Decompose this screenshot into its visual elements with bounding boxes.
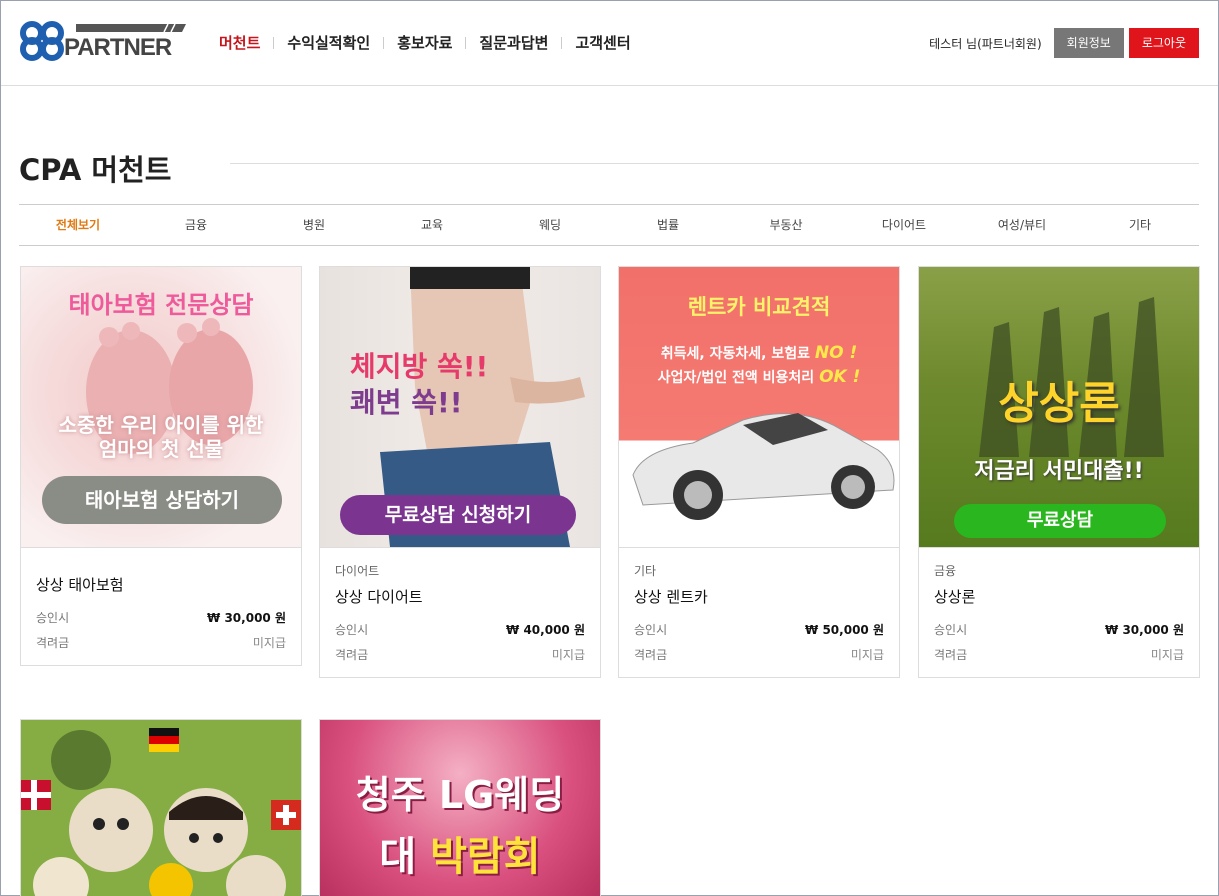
tab-hospital[interactable]: 병원	[255, 205, 373, 245]
banner-cta: 무료상담	[954, 504, 1166, 538]
approve-amount: ₩ 40,000 원	[506, 623, 585, 637]
title-divider	[230, 163, 1199, 164]
tab-diet[interactable]: 다이어트	[845, 205, 963, 245]
banner-subtext: 사업자/법인 전액 비용처리 OK !	[619, 367, 899, 387]
tab-education[interactable]: 교육	[373, 205, 491, 245]
bonus-label: 격려금	[36, 636, 70, 650]
nav-divider	[273, 36, 275, 49]
banner-headline: 렌트카 비교견적	[687, 295, 831, 319]
approve-amount: ₩ 50,000 원	[805, 623, 884, 637]
bonus-label: 격려금	[335, 648, 369, 662]
banner-subtext: 쾌변 쏙!!	[350, 386, 463, 419]
card-name: 상상 렌트카	[634, 588, 708, 606]
site-header: PARTNER 머천트 수익실적확인 홍보자료 질문과답변 고객센터 테스터 님…	[1, 1, 1218, 86]
page-title: CPA 머천트	[19, 153, 172, 187]
approve-label: 승인시	[335, 623, 369, 637]
bonus-label: 격려금	[634, 648, 668, 662]
bonus-value: 미지급	[850, 648, 884, 662]
banner-cta: 태아보험 상담하기	[42, 476, 282, 524]
user-area: 테스터 님(파트너회원) 회원정보 로그아웃	[929, 28, 1199, 58]
merchant-banner: 태아보험 전문상담 소중한 우리 아이를 위한 엄마의 첫 선물 태아보험 상담…	[21, 267, 301, 547]
approve-amount: ₩ 30,000 원	[1105, 623, 1184, 637]
card-info: 상상 태아보험 승인시 ₩ 30,000 원 격려금 미지급	[21, 547, 301, 665]
banner-subtext-text: 대	[379, 834, 417, 880]
site-logo[interactable]: PARTNER	[18, 21, 188, 61]
nav-divider	[561, 36, 563, 49]
tab-realestate[interactable]: 부동산	[727, 205, 845, 245]
card-category: 기타	[634, 564, 657, 578]
bonus-value: 미지급	[1150, 648, 1184, 662]
merchant-card[interactable]: 태아보험 전문상담 소중한 우리 아이를 위한 엄마의 첫 선물 태아보험 상담…	[20, 266, 302, 666]
approve-label: 승인시	[36, 611, 70, 625]
card-info: 금융 상상론 승인시 ₩ 30,000 원 격려금 미지급	[919, 547, 1199, 677]
nav-divider	[465, 36, 467, 49]
approve-label: 승인시	[934, 623, 968, 637]
merchant-banner	[21, 720, 301, 896]
merchant-banner: 상상론 저금리 서민대출!! 무료상담	[919, 267, 1199, 547]
nav-support[interactable]: 고객센터	[575, 32, 630, 53]
nav-promo[interactable]: 홍보자료	[397, 32, 452, 53]
banner-subtext: 엄마의 첫 선물	[98, 437, 224, 461]
tab-finance[interactable]: 금융	[137, 205, 255, 245]
nav-divider	[383, 36, 385, 49]
banner-subtext: 대 박람회	[320, 824, 600, 882]
card-name: 상상론	[934, 588, 976, 606]
card-name: 상상 다이어트	[335, 588, 423, 606]
user-name: 테스터 님(파트너회원)	[929, 36, 1042, 51]
banner-tag-ok: OK !	[819, 367, 861, 387]
bonus-value: 미지급	[252, 636, 286, 650]
approve-amount: ₩ 30,000 원	[207, 611, 286, 625]
bonus-label: 격려금	[934, 648, 968, 662]
tab-all[interactable]: 전체보기	[19, 205, 137, 245]
merchant-banner: 청주 LG웨딩 대 박람회	[320, 720, 600, 896]
banner-subtext-text: 박람회	[430, 834, 541, 880]
nav-qna[interactable]: 질문과답변	[479, 32, 548, 53]
banner-headline: 상상론	[998, 378, 1120, 429]
card-info: 기타 상상 렌트카 승인시 ₩ 50,000 원 격려금 미지급	[619, 547, 899, 677]
banner-headline: 태아보험 전문상담	[68, 291, 254, 319]
merchant-card[interactable]: 상상론 저금리 서민대출!! 무료상담 금융 상상론 승인시 ₩ 30,000 원…	[918, 266, 1200, 678]
banner-subtext: 취득세, 자동차세, 보험료 NO !	[619, 343, 899, 363]
card-category: 다이어트	[335, 564, 380, 578]
approve-label: 승인시	[634, 623, 668, 637]
main-nav: 머천트 수익실적확인 홍보자료 질문과답변 고객센터	[219, 32, 631, 53]
bonus-value: 미지급	[551, 648, 585, 662]
merchant-banner: 체지방 쏙!! 쾌변 쏙!! 무료상담 신청하기	[320, 267, 600, 547]
logout-button[interactable]: 로그아웃	[1128, 28, 1199, 58]
card-category	[36, 562, 286, 564]
tab-etc[interactable]: 기타	[1081, 205, 1199, 245]
banner-headline: 청주 LG웨딩	[355, 773, 565, 817]
merchant-card[interactable]: 체지방 쏙!! 쾌변 쏙!! 무료상담 신청하기 다이어트 상상 다이어트 승인…	[319, 266, 601, 678]
banner-cta: 무료상담 신청하기	[340, 495, 576, 535]
merchant-card[interactable]: 렌트카 비교견적 취득세, 자동차세, 보험료 NO ! 사업자/법인 전액 비…	[618, 266, 900, 678]
merchant-banner: 렌트카 비교견적 취득세, 자동차세, 보험료 NO ! 사업자/법인 전액 비…	[619, 267, 899, 547]
card-category: 금융	[934, 564, 957, 578]
merchant-card[interactable]	[20, 719, 302, 896]
member-info-button[interactable]: 회원정보	[1053, 28, 1124, 58]
banner-headline: 체지방 쏙!!	[350, 350, 489, 383]
banner-subtext-text: 취득세, 자동차세, 보험료	[660, 346, 810, 362]
nav-merchant[interactable]: 머천트	[219, 32, 260, 53]
merchant-card[interactable]: 청주 LG웨딩 대 박람회	[319, 719, 601, 896]
tab-wedding[interactable]: 웨딩	[491, 205, 609, 245]
tab-beauty[interactable]: 여성/뷰티	[963, 205, 1081, 245]
banner-subtext-text: 사업자/법인 전액 비용처리	[657, 370, 815, 386]
car-image	[632, 413, 895, 520]
nav-earnings[interactable]: 수익실적확인	[287, 32, 370, 53]
logo-text: PARTNER	[64, 34, 172, 61]
card-name: 상상 태아보험	[36, 576, 124, 594]
banner-subtext: 저금리 서민대출!!	[974, 459, 1144, 484]
category-tabs: 전체보기 금융 병원 교육 웨딩 법률 부동산 다이어트 여성/뷰티 기타	[19, 204, 1199, 246]
banner-tag-no: NO !	[814, 343, 858, 363]
tab-law[interactable]: 법률	[609, 205, 727, 245]
card-info: 다이어트 상상 다이어트 승인시 ₩ 40,000 원 격려금 미지급	[320, 547, 600, 677]
character-rice-balls-image	[21, 720, 301, 896]
